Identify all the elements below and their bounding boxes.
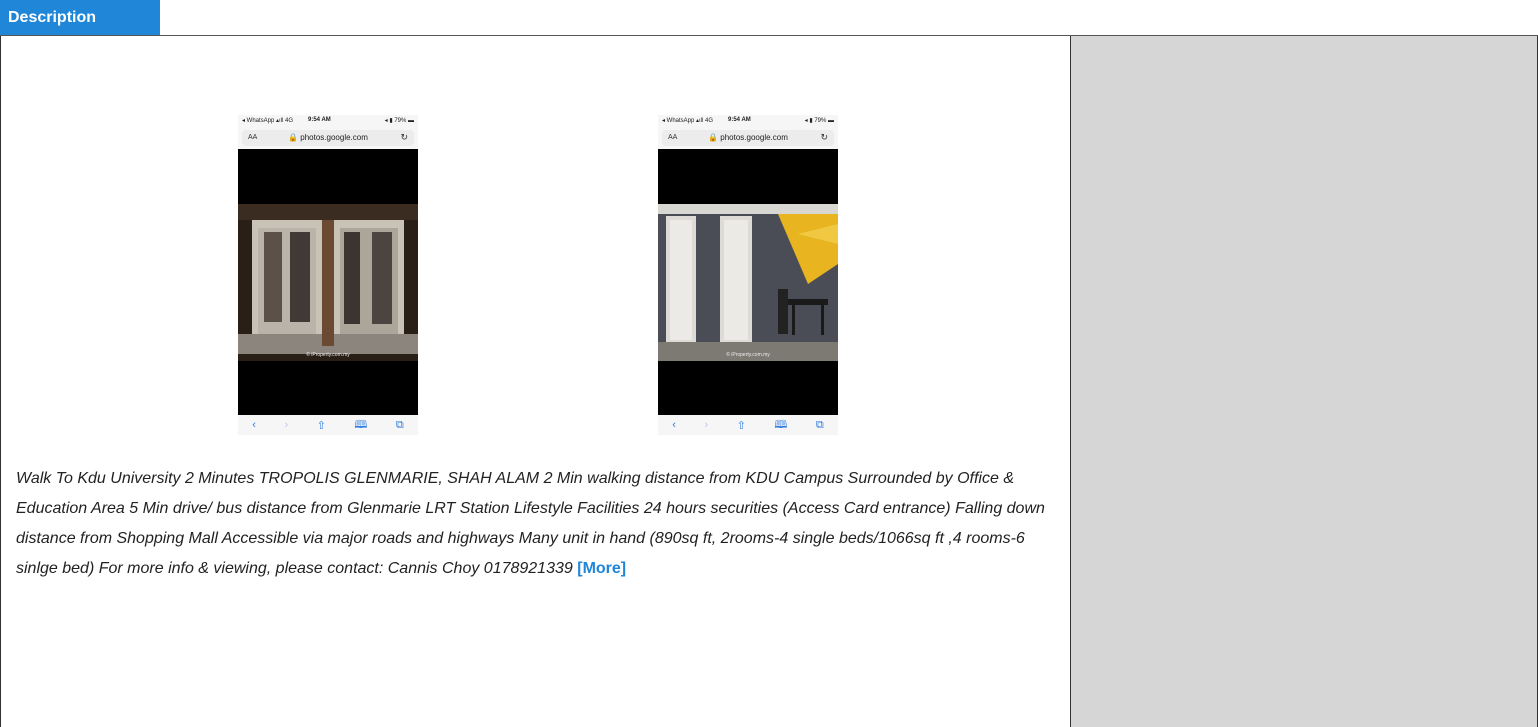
watermark: © iProperty.com.my [726, 352, 770, 358]
living-room-photo: © iProperty.com.my [658, 204, 838, 361]
chevron-right-icon[interactable]: › [284, 419, 288, 431]
chevron-right-icon[interactable]: › [704, 419, 708, 431]
bedroom-photo: © iProperty.com.my [238, 204, 418, 361]
watermark: © iProperty.com.my [306, 352, 350, 358]
tabs-icon[interactable]: ⧉ [816, 419, 824, 432]
chevron-left-icon[interactable]: ‹ [672, 419, 676, 431]
share-icon[interactable]: ⇧ [317, 419, 326, 432]
status-carrier: ◂ WhatsApp ▴ıll 4G [662, 118, 714, 124]
chevron-left-icon[interactable]: ‹ [252, 419, 256, 431]
share-icon[interactable]: ⇧ [737, 419, 746, 432]
description-panel [0, 36, 1071, 727]
browser-toolbar: ‹ › ⇧ 🕮 ⧉ [658, 415, 838, 435]
browser-url-bar: AA 🔒 photos.google.com ↻ [658, 127, 838, 149]
status-time: 9:54 AM [728, 117, 751, 123]
status-time: 9:54 AM [308, 117, 331, 123]
sidebar-panel [1071, 36, 1538, 727]
tabs-icon[interactable]: ⧉ [396, 419, 404, 432]
browser-toolbar: ‹ › ⇧ 🕮 ⧉ [238, 415, 418, 435]
living-room-image [658, 204, 838, 361]
listing-photo-1[interactable]: ◂ WhatsApp ▴ıll 4G 9:54 AM ◂ ▮ 79% ▬ AA … [238, 115, 418, 435]
status-battery: ◂ ▮ 79% ▬ [384, 118, 414, 124]
bookmarks-icon[interactable]: 🕮 [354, 416, 367, 435]
browser-url-bar: AA 🔒 photos.google.com ↻ [238, 127, 418, 149]
reload-icon: ↻ [820, 132, 828, 142]
listing-photo-2[interactable]: ◂ WhatsApp ▴ıll 4G 9:54 AM ◂ ▮ 79% ▬ AA … [658, 115, 838, 435]
url-text: 🔒 photos.google.com [708, 133, 788, 142]
status-carrier: ◂ WhatsApp ▴ıll 4G [242, 118, 294, 124]
bookmarks-icon[interactable]: 🕮 [774, 416, 787, 435]
more-link[interactable]: [More] [577, 560, 626, 577]
bedroom-image [238, 204, 418, 361]
phone-status-bar: ◂ WhatsApp ▴ıll 4G 9:54 AM ◂ ▮ 79% ▬ [658, 115, 838, 127]
reload-icon: ↻ [400, 132, 408, 142]
listing-description: Walk To Kdu University 2 Minutes TROPOLI… [16, 464, 1066, 584]
phone-status-bar: ◂ WhatsApp ▴ıll 4G 9:54 AM ◂ ▮ 79% ▬ [238, 115, 418, 127]
url-text: 🔒 photos.google.com [288, 133, 368, 142]
status-battery: ◂ ▮ 79% ▬ [804, 118, 834, 124]
description-text: Walk To Kdu University 2 Minutes TROPOLI… [16, 470, 1045, 577]
description-tab[interactable]: Description [0, 0, 160, 36]
